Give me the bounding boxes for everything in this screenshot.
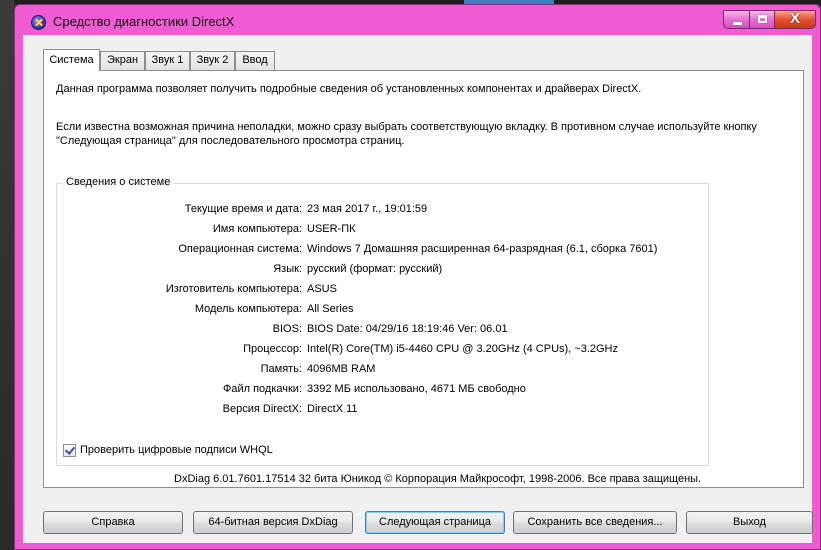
info-label: Файл подкачки: [222, 383, 302, 395]
info-label: Язык: [273, 263, 302, 275]
info-value: 3392 МБ использовано, 4671 МБ свободно [307, 383, 526, 395]
tab-sound-1[interactable]: Звук 1 [145, 51, 190, 70]
help-button[interactable]: Справка [43, 511, 183, 534]
dxdiag-64bit-button[interactable]: 64-битная версия DxDiag [193, 511, 353, 534]
close-button[interactable]: X [774, 10, 816, 29]
info-row-os: Операционная система: Windows 7 Домашняя… [57, 243, 697, 257]
whql-checkbox[interactable] [63, 444, 76, 457]
copyright-text: DxDiag 6.01.7601.17514 32 бита Юникод © … [174, 473, 702, 485]
next-page-button[interactable]: Следующая страница [365, 511, 505, 534]
info-label: Память: [260, 363, 302, 375]
info-row-datetime: Текущие время и дата: 23 мая 2017 г., 19… [57, 203, 697, 217]
info-label: Модель компьютера: [194, 303, 302, 315]
info-value: BIOS Date: 04/29/16 18:19:46 Ver: 06.01 [307, 323, 508, 335]
system-tab-panel: Данная программа позволяет получить подр… [43, 70, 804, 488]
dialog-client-area: Система Экран Звук 1 Звук 2 Ввод Данная … [23, 35, 813, 543]
info-row-manufacturer: Изготовитель компьютера: ASUS [57, 283, 697, 297]
info-value: 23 мая 2017 г., 19:01:59 [307, 203, 428, 215]
hint-text: Если известна возможная причина неполадк… [56, 121, 757, 147]
directx-x-icon [31, 15, 46, 30]
title-bar[interactable]: Средство диагностики DirectX X [15, 5, 820, 35]
info-value: Intel(R) Core(TM) i5-4460 CPU @ 3.20GHz … [307, 343, 618, 355]
info-value: USER-ПК [307, 223, 356, 235]
info-row-memory: Память: 4096MB RAM [57, 363, 697, 377]
whql-checkbox-label[interactable]: Проверить цифровые подписи WHQL [80, 444, 273, 456]
info-label: Операционная система: [178, 243, 302, 255]
info-row-page-file: Файл подкачки: 3392 МБ использовано, 467… [57, 383, 697, 397]
exit-button[interactable]: Выход [686, 511, 813, 534]
desktop-left-edge [0, 0, 14, 550]
close-icon: X [789, 10, 800, 27]
info-value: DirectX 11 [307, 403, 358, 415]
minimize-icon [733, 22, 742, 25]
tab-sound-2[interactable]: Звук 2 [190, 51, 235, 70]
group-title: Сведения о системе [63, 176, 174, 188]
tab-system[interactable]: Система [43, 49, 100, 71]
info-label: Изготовитель компьютера: [165, 283, 302, 295]
info-row-language: Язык: русский (формат: русский) [57, 263, 697, 277]
maximize-button[interactable] [749, 10, 775, 29]
info-label: Текущие время и дата: [184, 203, 302, 215]
maximize-icon [758, 15, 767, 23]
info-value: 4096MB RAM [307, 363, 376, 375]
info-label: Процессор: [243, 343, 302, 355]
tab-display[interactable]: Экран [100, 51, 145, 70]
info-label: Версия DirectX: [222, 403, 302, 415]
info-label: BIOS: [272, 323, 302, 335]
info-value: русский (формат: русский) [307, 263, 443, 275]
info-value: Windows 7 Домашняя расширенная 64-разряд… [307, 243, 658, 255]
info-row-bios: BIOS: BIOS Date: 04/29/16 18:19:46 Ver: … [57, 323, 697, 337]
info-label: Имя компьютера: [212, 223, 302, 235]
system-info-group: Сведения о системе Текущие время и дата:… [56, 176, 709, 466]
button-bar: Справка 64-битная версия DxDiag Следующа… [43, 511, 813, 535]
info-row-computer-name: Имя компьютера: USER-ПК [57, 223, 697, 237]
tab-input[interactable]: Ввод [235, 51, 275, 70]
info-value: All Series [307, 303, 354, 315]
minimize-button[interactable] [723, 10, 750, 29]
info-row-directx-version: Версия DirectX: DirectX 11 [57, 403, 697, 417]
info-row-model: Модель компьютера: All Series [57, 303, 697, 317]
window-title: Средство диагностики DirectX [53, 14, 235, 29]
info-value: ASUS [307, 283, 337, 295]
dxdiag-window: Средство диагностики DirectX X Система Э… [14, 4, 821, 550]
save-all-info-button[interactable]: Сохранить все сведения... [513, 511, 677, 534]
intro-text: Данная программа позволяет получить подр… [56, 83, 642, 95]
info-row-processor: Процессор: Intel(R) Core(TM) i5-4460 CPU… [57, 343, 697, 357]
